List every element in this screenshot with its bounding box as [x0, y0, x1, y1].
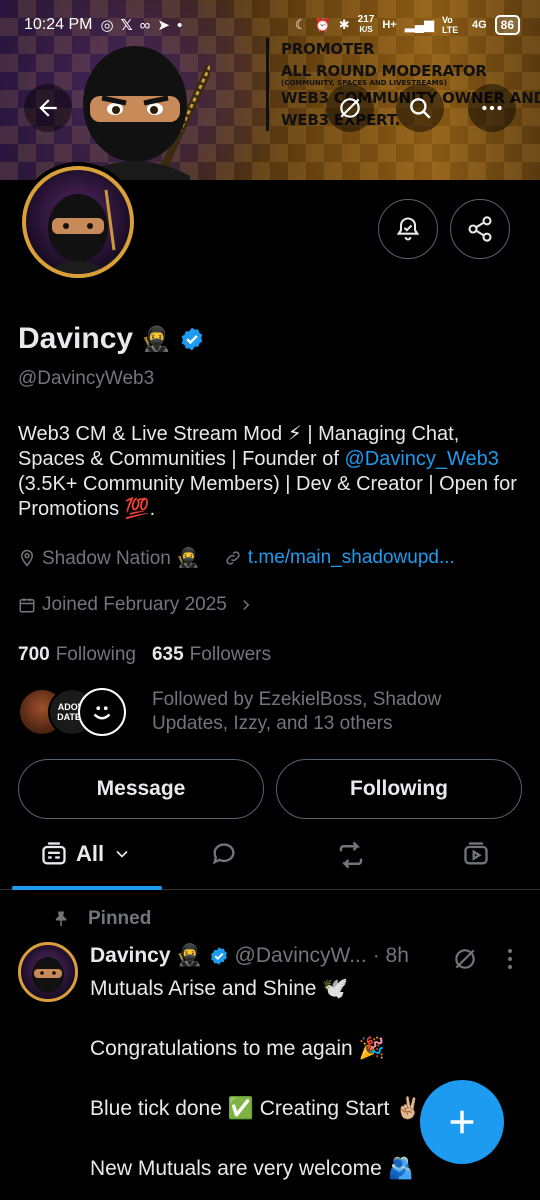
- follower-avatar: [78, 688, 126, 736]
- message-button[interactable]: Message: [18, 759, 264, 819]
- profile-handle: @DavincyWeb3: [18, 368, 155, 389]
- post-line: Mutuals Arise and Shine 🕊️: [90, 977, 349, 1000]
- following-button[interactable]: Following: [276, 759, 522, 819]
- arrow-left-icon: [39, 99, 57, 117]
- tab-reposts[interactable]: [336, 840, 366, 870]
- location-text: Shadow Nation 🥷: [42, 548, 200, 569]
- plus-icon: [450, 1110, 474, 1134]
- more-button[interactable]: [468, 84, 516, 132]
- search-icon: [410, 98, 431, 119]
- speed-indicator: 217 K/S: [357, 14, 375, 35]
- post-line: Congratulations to me again 🎉: [90, 1037, 385, 1060]
- pinned-label: Pinned: [88, 908, 152, 929]
- dot-icon: •: [176, 16, 183, 34]
- tab-replies[interactable]: [210, 840, 238, 868]
- tab-media[interactable]: [462, 840, 490, 868]
- back-button[interactable]: [24, 84, 72, 132]
- share-button[interactable]: [450, 199, 510, 259]
- post-time: · 8h: [372, 944, 409, 967]
- ninja-avatar-icon: [32, 957, 64, 993]
- verified-badge-icon: [210, 947, 227, 965]
- post-more-button[interactable]: [500, 946, 520, 972]
- system-icons: ☾ ⏰ ✱ 217 K/S H+ ▂▄▆ Vo LTE 4G 86: [295, 15, 520, 35]
- pin-icon: [55, 911, 67, 927]
- follower-avatars: ADOW DATES: [18, 688, 126, 736]
- profile-tabs: All: [0, 826, 540, 890]
- followers-count-link[interactable]: 635 Followers: [152, 644, 271, 666]
- smiley-icon: [93, 706, 111, 720]
- following-count-link[interactable]: 700 Following: [18, 644, 136, 666]
- repost-icon: [339, 841, 363, 869]
- x-icon: 𝕏: [120, 17, 133, 34]
- post-header: Davincy 🥷 @DavincyW... · 8h: [90, 944, 409, 968]
- ninja-avatar-icon: [44, 189, 116, 274]
- share-icon: [468, 216, 492, 242]
- profile-meta: Shadow Nation 🥷 t.me/main_shadowupd...: [18, 546, 455, 570]
- grok-button[interactable]: [326, 84, 374, 132]
- notifications-button[interactable]: [378, 199, 438, 259]
- telegram-icon: ➤: [157, 17, 170, 34]
- more-vertical-icon: [508, 949, 512, 969]
- active-tab-indicator: [12, 886, 162, 890]
- profile-avatar[interactable]: [18, 162, 138, 282]
- status-bar: 10:24 PM ◎ 𝕏 ∞ ➤ • ☾ ⏰ ✱ 217 K/S H+ ▂▄▆ …: [0, 0, 540, 50]
- bio-mention-link[interactable]: @Davincy_Web3: [344, 448, 498, 470]
- grok-icon: [340, 98, 360, 118]
- follow-counts: 700 Following 635 Followers: [18, 644, 271, 666]
- signal-icon: ▂▄▆: [404, 17, 434, 32]
- link-icon: ∞: [139, 16, 151, 34]
- link-icon: [226, 551, 240, 565]
- verified-badge-icon[interactable]: [179, 326, 205, 352]
- following-label: Following: [55, 644, 136, 665]
- moon-icon: ☾: [294, 17, 307, 32]
- joined-row[interactable]: Joined February 2025: [18, 594, 255, 616]
- tab-all-label: All: [76, 841, 105, 866]
- location-pin-icon: [20, 549, 34, 567]
- video-icon: [464, 842, 488, 865]
- chevron-right-icon: [243, 599, 250, 611]
- post-author-handle[interactable]: @DavincyW...: [235, 944, 367, 968]
- post-grok-button[interactable]: [452, 946, 478, 972]
- followed-by[interactable]: ADOW DATES Followed by EzekielBoss, Shad…: [18, 688, 482, 736]
- pinned-label-row: Pinned: [52, 908, 151, 930]
- website-link[interactable]: t.me/main_shadowupd...: [248, 547, 455, 569]
- chevron-down-icon: [116, 850, 128, 858]
- name-emoji: 🥷: [141, 325, 171, 353]
- profile-bio: Web3 CM & Live Stream Mod ⚡ | Managing C…: [18, 422, 528, 522]
- tab-all[interactable]: All: [40, 840, 132, 868]
- joined-text: Joined February 2025: [42, 594, 227, 615]
- notification-icons: ◎ 𝕏 ∞ ➤ •: [100, 16, 183, 35]
- bell-check-icon: [396, 217, 420, 241]
- profile-name: Davincy 🥷: [18, 322, 205, 356]
- timeline-icon: [42, 842, 66, 865]
- following-count: 700: [18, 644, 50, 665]
- grok-icon: [455, 949, 475, 969]
- bio-text: (3.5K+ Community Members) | Dev & Creato…: [18, 473, 517, 520]
- network-volte: Vo LTE: [441, 15, 459, 35]
- search-button[interactable]: [396, 84, 444, 132]
- more-icon: [482, 105, 502, 111]
- bluetooth-icon: ✱: [338, 17, 350, 32]
- followers-label: Followers: [189, 644, 271, 665]
- reply-icon: [212, 843, 235, 865]
- battery-indicator: 86: [494, 15, 520, 35]
- alarm-icon: ⏰: [314, 17, 331, 32]
- followed-by-text: Followed by EzekielBoss, Shadow Updates,…: [152, 689, 442, 734]
- whatsapp-icon: ◎: [100, 17, 114, 34]
- display-name: Davincy: [18, 322, 134, 355]
- status-time: 10:24 PM: [24, 16, 93, 33]
- network-h-plus: H+: [382, 19, 397, 31]
- avatar: [22, 166, 134, 278]
- compose-button[interactable]: [420, 1080, 504, 1164]
- post-author-name[interactable]: Davincy 🥷: [90, 944, 203, 968]
- network-4g: 4G: [471, 19, 487, 31]
- followers-count: 635: [151, 644, 184, 665]
- post-author-avatar[interactable]: [18, 942, 78, 1002]
- calendar-icon: [19, 598, 35, 613]
